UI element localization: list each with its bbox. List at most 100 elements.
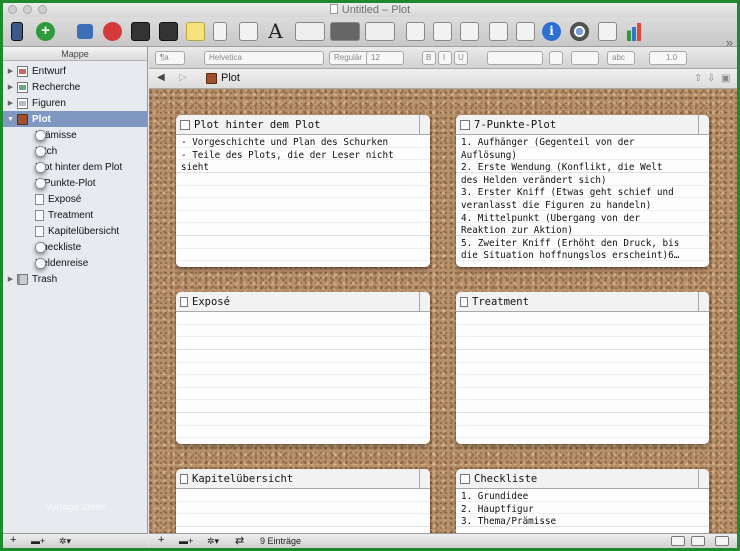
sidebar-item-heldenreise[interactable]: Heldenreise	[35, 255, 88, 271]
freeform-view-icon[interactable]	[691, 536, 705, 546]
binder-toggle-icon[interactable]	[11, 22, 23, 41]
statistics-icon[interactable]	[625, 22, 644, 41]
sidebar-item-trash[interactable]: ▶ Trash	[6, 271, 57, 287]
new-folder-icon[interactable]	[77, 24, 93, 39]
card-synopsis[interactable]: - Vorgeschichte und Plan des Schurken - …	[176, 135, 430, 267]
card-synopsis[interactable]	[176, 489, 430, 533]
plot-notebook-icon	[206, 72, 217, 84]
sidebar-item-label: Entwurf	[32, 65, 66, 77]
keywords-icon[interactable]	[516, 22, 535, 41]
grid-view-icon[interactable]	[671, 536, 685, 546]
sidebar-item-praemisse[interactable]: Prämisse	[35, 127, 77, 143]
sidebar-item-kapiteluebersicht[interactable]: Kapitelübersicht	[35, 223, 119, 239]
sidebar-item-figuren[interactable]: ▶ Figuren	[6, 95, 66, 111]
forward-arrow-icon[interactable]: ▷	[179, 72, 187, 83]
add-card-button[interactable]: +	[158, 534, 164, 546]
snapshot-icon[interactable]	[213, 22, 227, 41]
sidebar-item-plot-hinter-dem-plot[interactable]: Plot hinter dem Plot	[35, 159, 122, 175]
split-horizontal-icon[interactable]	[406, 22, 425, 41]
inspector-info-icon[interactable]: i	[542, 22, 561, 41]
highlight-select[interactable]: abc	[607, 51, 635, 65]
card-synopsis[interactable]	[176, 312, 430, 444]
view-mode-document-button[interactable]	[295, 22, 325, 41]
corkboard-gear-button[interactable]: ✲▾	[207, 536, 219, 547]
composition-mode-icon[interactable]	[460, 22, 479, 41]
disclosure-triangle-icon[interactable]: ▶	[6, 83, 15, 91]
disclosure-triangle-icon[interactable]: ▶	[6, 99, 15, 107]
index-card[interactable]: Treatment	[456, 292, 709, 444]
comment-icon[interactable]	[186, 22, 205, 41]
sidebar-item-expose[interactable]: Exposé	[35, 191, 81, 207]
card-line: 3. Erster Kniff (Etwas geht schief und	[461, 187, 674, 199]
image-icon[interactable]	[239, 22, 258, 41]
card-title[interactable]: Exposé	[176, 292, 430, 312]
trash-icon	[17, 273, 28, 285]
document-icon	[35, 225, 44, 237]
sidebar-item-treatment[interactable]: Treatment	[35, 207, 93, 223]
disclosure-triangle-icon[interactable]: ▶	[6, 275, 15, 283]
window-title-text: Untitled – Plot	[341, 4, 411, 16]
italic-button[interactable]: I	[438, 51, 452, 65]
add-icon[interactable]: +	[36, 22, 55, 41]
alignment-buttons[interactable]	[487, 51, 543, 65]
add-item-button[interactable]: +	[10, 534, 16, 546]
card-title[interactable]: Kapitelübersicht	[176, 469, 430, 489]
sidebar-item-7-punkte-plot[interactable]: 7-Punkte-Plot	[35, 175, 96, 191]
disclosure-triangle-expanded-icon[interactable]: ▼	[6, 116, 15, 123]
up-arrow-icon[interactable]: ⇧	[694, 73, 702, 84]
split-vertical-icon[interactable]	[433, 22, 452, 41]
card-title[interactable]: Plot hinter dem Plot	[176, 115, 430, 135]
index-card[interactable]: Exposé	[176, 292, 430, 444]
sidebar-item-label: Figuren	[32, 97, 66, 109]
search-icon[interactable]	[489, 22, 508, 41]
plot-notebook-icon	[17, 113, 28, 125]
underline-button[interactable]: U	[454, 51, 468, 65]
card-title[interactable]: Checkliste	[456, 469, 709, 489]
index-card[interactable]: Kapitelübersicht	[176, 469, 430, 533]
add-folder-button[interactable]: ▬+	[31, 536, 45, 546]
sidebar-item-checkliste[interactable]: Checkliste	[35, 239, 81, 255]
card-title[interactable]: 7-Punkte-Plot	[456, 115, 709, 135]
card-size-icon[interactable]	[715, 536, 729, 546]
bold-button[interactable]: B	[422, 51, 436, 65]
paragraph-style-select[interactable]: ¶a	[155, 51, 185, 65]
line-spacing-select[interactable]: 1.0	[649, 51, 687, 65]
sidebar-item-entwurf[interactable]: ▶ Entwurf	[6, 63, 66, 79]
sidebar-item-recherche[interactable]: ▶ Recherche	[6, 79, 80, 95]
compile-icon[interactable]	[159, 22, 178, 41]
card-synopsis[interactable]: 1. Grundidee 2. Hauptfigur 3. Thema/Präm…	[456, 489, 709, 533]
font-size-select[interactable]: 12	[366, 51, 404, 65]
view-mode-corkboard-button[interactable]	[330, 22, 360, 41]
trash-delete-icon[interactable]	[103, 22, 122, 41]
binder-gear-button[interactable]: ✲▾	[59, 536, 71, 547]
sidebar-item-pitch[interactable]: Pitch	[35, 143, 57, 159]
main-toolbar: + A i »	[3, 17, 737, 50]
add-folder-button[interactable]: ▬+	[179, 536, 193, 546]
title-bar: Untitled – Plot	[3, 3, 737, 17]
card-synopsis[interactable]: 1. Aufhänger (Gegenteil von der Auflösun…	[456, 135, 709, 267]
fonts-icon[interactable]: A	[266, 21, 285, 41]
sidebar-item-plot[interactable]: ▼ Plot	[3, 111, 148, 127]
text-color-select[interactable]	[571, 51, 599, 65]
down-arrow-icon[interactable]: ⇩	[707, 73, 715, 84]
group-icon[interactable]	[131, 22, 150, 41]
full-screen-icon[interactable]	[598, 22, 617, 41]
back-arrow-icon[interactable]: ◀	[157, 72, 165, 83]
card-title[interactable]: Treatment	[456, 292, 709, 312]
index-card[interactable]: 7-Punkte-Plot 1. Aufhänger (Gegenteil vo…	[456, 115, 709, 267]
card-divider	[698, 469, 699, 488]
card-synopsis[interactable]	[456, 312, 709, 444]
index-card[interactable]: Plot hinter dem Plot - Vorgeschichte und…	[176, 115, 430, 267]
swap-icon[interactable]: ⇄	[235, 534, 244, 547]
project-targets-icon[interactable]	[570, 22, 589, 41]
index-card-icon	[35, 129, 46, 141]
view-mode-outline-button[interactable]	[365, 22, 395, 41]
disclosure-triangle-icon[interactable]: ▶	[6, 67, 15, 75]
card-line: 1. Aufhänger (Gegenteil von der	[461, 137, 635, 148]
font-family-select[interactable]: Helvetica	[204, 51, 324, 65]
corkboard-footer: + ▬+ ✲▾ ⇄ 9 Einträge	[149, 533, 737, 548]
list-button[interactable]	[549, 51, 563, 65]
index-card[interactable]: Checkliste 1. Grundidee 2. Hauptfigur 3.…	[456, 469, 709, 533]
card-line: des Helden verändert sich)	[461, 174, 607, 186]
split-editor-icon[interactable]: ▣	[721, 73, 730, 84]
